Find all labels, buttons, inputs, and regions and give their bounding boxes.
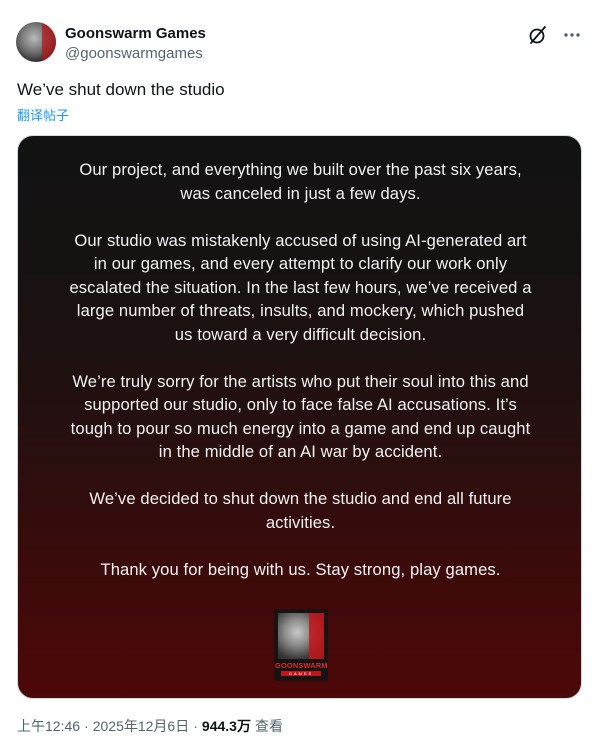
statement-paragraph: We’ve decided to shut down the studio an… xyxy=(89,489,512,532)
meta-separator: · xyxy=(193,718,198,734)
logo-subtext: GAMES xyxy=(281,671,321,676)
statement-paragraph: We’re truly sorry for the artists who pu… xyxy=(70,371,531,462)
more-dots-icon[interactable] xyxy=(561,24,583,46)
statement-paragraph: Our project, and everything we built ove… xyxy=(79,160,522,203)
post-text: We’ve shut down the studio xyxy=(17,80,225,99)
meta-separator: · xyxy=(84,718,89,734)
logo-red-accent xyxy=(309,613,324,659)
author-name[interactable]: Goonswarm Games xyxy=(65,25,206,42)
post-date[interactable]: 2025年12月6日 xyxy=(93,716,190,736)
statement-paragraph: Thank you for being with us. Stay strong… xyxy=(100,559,501,579)
post-time[interactable]: 上午12:46 xyxy=(17,716,80,736)
tweet-meta: 上午12:46 · 2025年12月6日 · 944.3万 查看 xyxy=(17,716,283,736)
translate-post-link[interactable]: 翻译帖子 xyxy=(17,105,69,124)
media-statement: Our project, and everything we built ove… xyxy=(18,158,581,605)
views-label: 查看 xyxy=(254,718,283,734)
avatar[interactable] xyxy=(16,22,56,62)
statement-paragraph: Our studio was mistakenly accused of usi… xyxy=(69,230,532,344)
author-handle[interactable]: @goonswarmgames xyxy=(65,45,203,62)
avatar-accent xyxy=(42,22,56,62)
view-count: 944.3万 xyxy=(201,718,251,734)
media-image[interactable]: Our project, and everything we built ove… xyxy=(17,135,582,699)
header-actions xyxy=(527,24,583,46)
studio-logo: GOONSWARM GAMES xyxy=(274,609,328,681)
tweet-header: Goonswarm Games @goonswarmgames xyxy=(16,22,583,66)
grok-slash-icon[interactable] xyxy=(527,24,549,46)
logo-text: GOONSWARM xyxy=(275,661,328,670)
